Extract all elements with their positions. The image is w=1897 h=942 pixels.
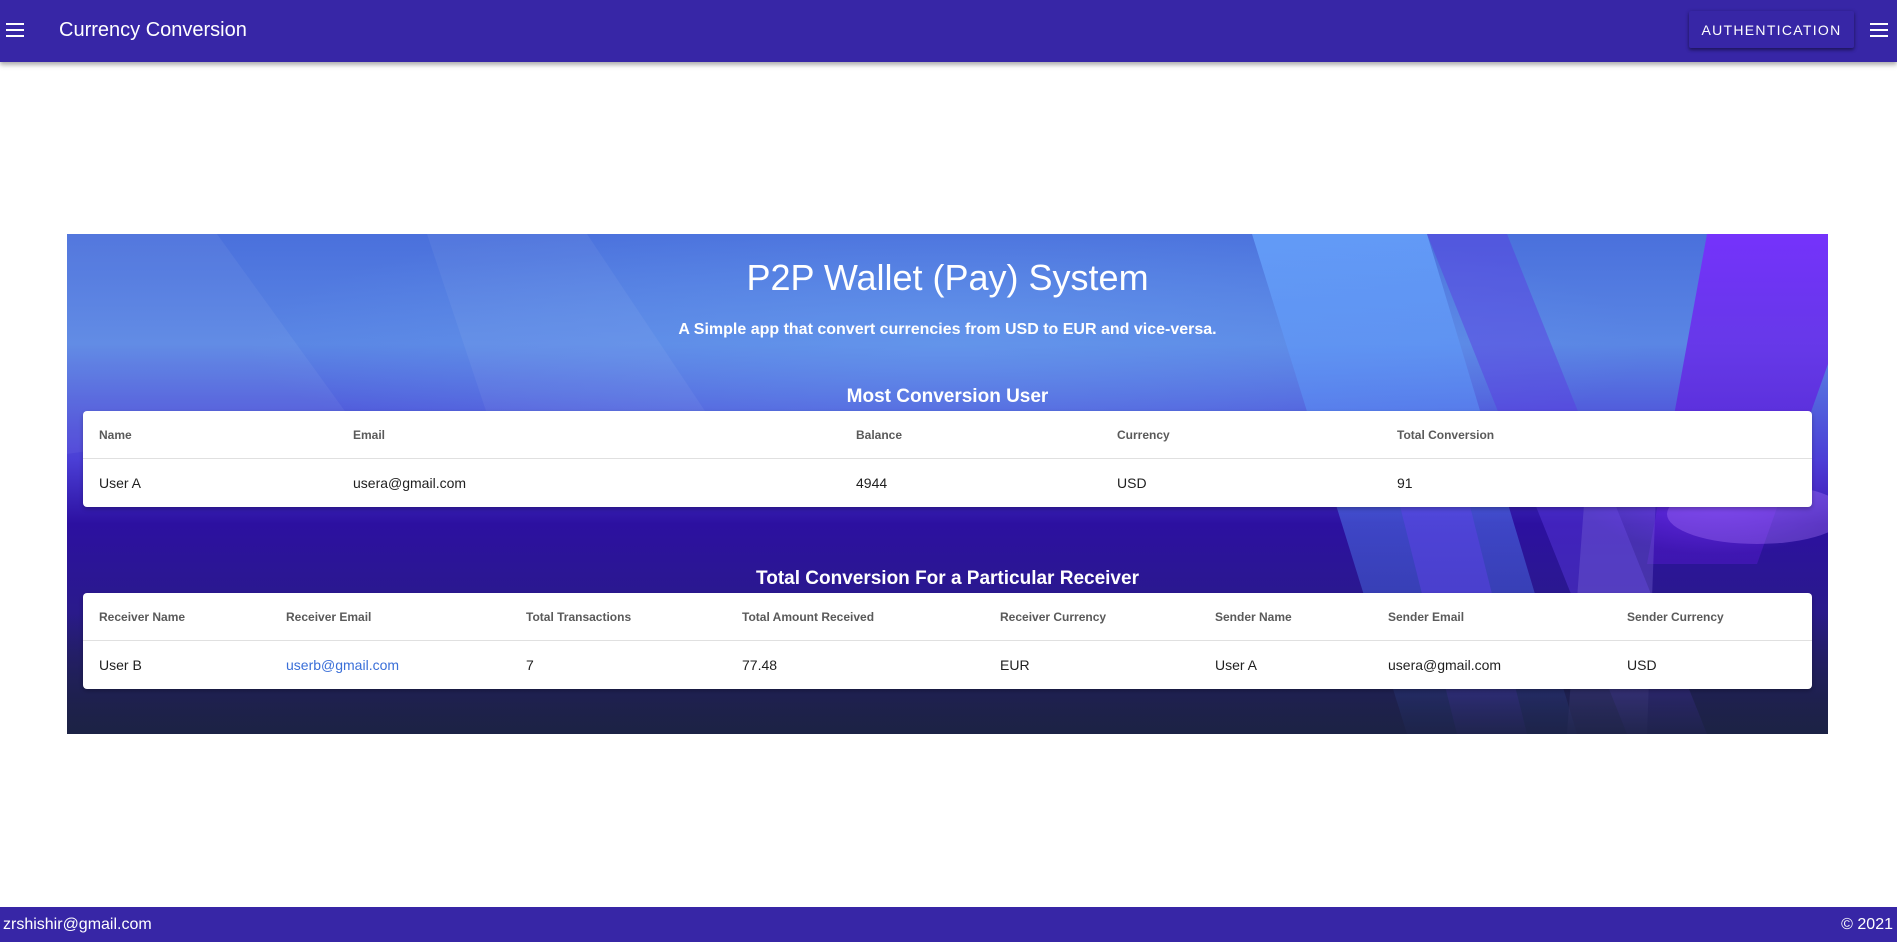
- cell-total-amount-received: 77.48: [742, 657, 778, 673]
- column-header-sender-email: Sender Email: [1372, 593, 1611, 641]
- cell-receiver-email: userb@gmail.com: [270, 641, 510, 690]
- column-header-total-transactions: Total Transactions: [510, 593, 726, 641]
- page-subtitle: A Simple app that convert currencies fro…: [678, 321, 1217, 338]
- table-header-row: Name Email Balance Currency Total Conver…: [83, 411, 1812, 459]
- table-row: User A usera@gmail.com 4944 USD 91: [83, 459, 1812, 508]
- receiver-conversion-table-card: Receiver Name Receiver Email Total Trans…: [83, 593, 1812, 689]
- most-conversion-table: Name Email Balance Currency Total Conver…: [83, 411, 1812, 507]
- page-title: P2P Wallet (Pay) System: [746, 257, 1149, 298]
- cell-name: User A: [99, 475, 142, 491]
- column-header-name: Name: [83, 411, 337, 459]
- hero-banner: P2P Wallet (Pay) System A Simple app tha…: [67, 234, 1828, 734]
- table-header-row: Receiver Name Receiver Email Total Trans…: [83, 593, 1812, 641]
- cell-receiver-currency: EUR: [1000, 657, 1030, 673]
- cell-sender-email: usera@gmail.com: [1388, 657, 1502, 673]
- most-conversion-title: Most Conversion User: [846, 386, 1049, 407]
- receiver-conversion-title: Total Conversion For a Particular Receiv…: [756, 568, 1139, 589]
- app-bar: Currency Conversion Authentication: [0, 0, 1897, 62]
- app-title: Currency Conversion: [59, 19, 247, 41]
- footer-email: zrshishir@gmail.com: [3, 916, 152, 933]
- receiver-email-link[interactable]: userb@gmail.com: [286, 657, 399, 673]
- menu-icon[interactable]: [6, 23, 24, 37]
- footer-copyright: © 2021: [1841, 916, 1893, 933]
- column-header-total-amount-received: Total Amount Received: [726, 593, 984, 641]
- column-header-receiver-currency: Receiver Currency: [984, 593, 1199, 641]
- column-header-email: Email: [337, 411, 840, 459]
- cell-receiver-name: User B: [99, 657, 142, 673]
- column-header-receiver-email: Receiver Email: [270, 593, 510, 641]
- cell-total-conversion: 91: [1397, 475, 1413, 491]
- most-conversion-table-card: Name Email Balance Currency Total Conver…: [83, 411, 1812, 507]
- footer: zrshishir@gmail.com © 2021: [0, 907, 1897, 942]
- authentication-button[interactable]: Authentication: [1689, 11, 1854, 48]
- cell-total-transactions: 7: [526, 657, 534, 673]
- column-header-total-conversion: Total Conversion: [1381, 411, 1812, 459]
- column-header-balance: Balance: [840, 411, 1101, 459]
- column-header-receiver-name: Receiver Name: [83, 593, 270, 641]
- cell-sender-name: User A: [1215, 657, 1258, 673]
- cell-sender-currency: USD: [1627, 657, 1657, 673]
- column-header-currency: Currency: [1101, 411, 1381, 459]
- cell-email: usera@gmail.com: [353, 475, 467, 491]
- receiver-conversion-table: Receiver Name Receiver Email Total Trans…: [83, 593, 1812, 689]
- menu-icon[interactable]: [1870, 23, 1888, 37]
- table-row: User B userb@gmail.com 7 77.48 EUR User …: [83, 641, 1812, 690]
- cell-balance: 4944: [856, 475, 888, 491]
- column-header-sender-name: Sender Name: [1199, 593, 1372, 641]
- column-header-sender-currency: Sender Currency: [1611, 593, 1812, 641]
- cell-currency: USD: [1117, 475, 1147, 491]
